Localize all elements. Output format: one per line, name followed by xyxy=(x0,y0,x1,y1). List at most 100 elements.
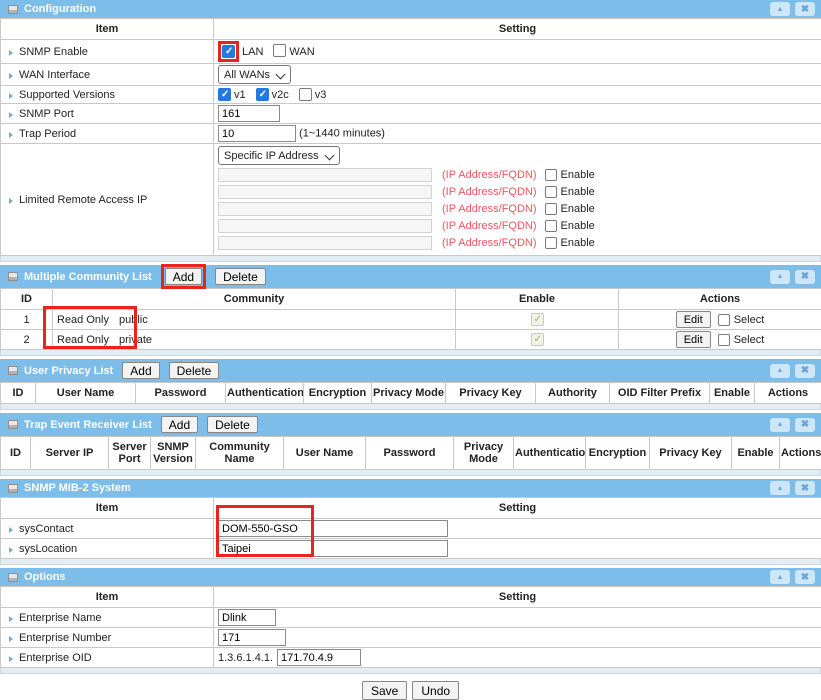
window-icon xyxy=(8,484,18,493)
column-header: Authority xyxy=(536,383,610,404)
v3-checkbox[interactable] xyxy=(299,88,312,101)
section-footer-strip xyxy=(0,404,821,410)
privacy-add-button[interactable]: Add xyxy=(122,362,159,379)
table-row: Enterprise OID 1.3.6.1.4.1. xyxy=(1,648,821,668)
column-header-setting: Setting xyxy=(214,498,821,519)
syslocation-label: sysLocation xyxy=(19,543,77,555)
table-row: sysContact xyxy=(1,519,821,539)
trap-period-input[interactable] xyxy=(218,125,296,142)
enterprise-name-input[interactable] xyxy=(218,609,276,626)
collapse-button[interactable]: ▲ xyxy=(770,418,790,432)
section-title: Configuration xyxy=(24,3,96,15)
column-header: Password xyxy=(136,383,226,404)
collapse-button[interactable]: ▲ xyxy=(770,570,790,584)
enterprise-number-input[interactable] xyxy=(218,629,286,646)
community-edit-button[interactable]: Edit xyxy=(676,331,711,348)
v2c-label: v2c xyxy=(272,89,289,101)
wan-interface-select[interactable]: All WANs xyxy=(218,65,291,84)
remote-ip-enable-checkbox[interactable] xyxy=(545,169,557,181)
window-icon xyxy=(8,366,18,375)
enterprise-number-label: Enterprise Number xyxy=(19,632,111,644)
remote-access-mode-select[interactable]: Specific IP Address xyxy=(218,146,340,165)
column-header: Privacy Key xyxy=(650,437,732,470)
community-delete-button[interactable]: Delete xyxy=(215,268,266,285)
column-header: Encryption xyxy=(304,383,372,404)
section-options: Options ▲ ✖ Item Setting Enterprise Name… xyxy=(0,568,821,674)
column-header: Actions xyxy=(780,437,821,470)
table-row: Enterprise Name xyxy=(1,608,821,628)
bullet-arrow-icon xyxy=(9,616,13,622)
privacy-delete-button[interactable]: Delete xyxy=(169,362,220,379)
remote-ip-input[interactable] xyxy=(218,219,432,233)
community-add-button[interactable]: Add xyxy=(165,268,202,285)
close-button[interactable]: ✖ xyxy=(795,270,815,284)
bullet-arrow-icon xyxy=(9,112,13,118)
collapse-button[interactable]: ▲ xyxy=(770,481,790,495)
table-row: 2 Read Onlyprivate EditSelect xyxy=(1,330,821,350)
wan-label: WAN xyxy=(289,46,314,58)
bullet-arrow-icon xyxy=(9,547,13,553)
community-edit-button[interactable]: Edit xyxy=(676,311,711,328)
snmp-port-input[interactable] xyxy=(218,105,280,122)
close-button[interactable]: ✖ xyxy=(795,481,815,495)
save-button[interactable]: Save xyxy=(362,681,407,700)
syscontact-input[interactable] xyxy=(218,520,448,537)
wan-checkbox[interactable] xyxy=(273,44,286,57)
trap-delete-button[interactable]: Delete xyxy=(207,416,258,433)
close-button[interactable]: ✖ xyxy=(795,570,815,584)
collapse-button[interactable]: ▲ xyxy=(770,364,790,378)
community-select-checkbox[interactable] xyxy=(718,314,730,326)
collapse-button[interactable]: ▲ xyxy=(770,270,790,284)
section-header-user-privacy: User Privacy List Add Delete ▲ ✖ xyxy=(0,359,821,382)
enable-label: Enable xyxy=(561,169,595,181)
remote-ip-input[interactable] xyxy=(218,202,432,216)
remote-ip-row: (IP Address/FQDN)Enable xyxy=(218,184,817,199)
section-title: Options xyxy=(24,571,66,583)
close-button[interactable]: ✖ xyxy=(795,418,815,432)
collapse-button[interactable]: ▲ xyxy=(770,2,790,16)
column-header: Password xyxy=(366,437,454,470)
trap-period-hint: (1~1440 minutes) xyxy=(299,128,385,140)
section-footer-strip xyxy=(0,350,821,356)
syslocation-input[interactable] xyxy=(218,540,448,557)
column-header: Enable xyxy=(732,437,780,470)
remote-ip-input[interactable] xyxy=(218,168,432,182)
remote-ip-row: (IP Address/FQDN)Enable xyxy=(218,167,817,182)
trap-period-label: Trap Period xyxy=(19,128,76,140)
remote-ip-row: (IP Address/FQDN)Enable xyxy=(218,201,817,216)
remote-ip-enable-checkbox[interactable] xyxy=(545,203,557,215)
community-row-id: 1 xyxy=(1,310,53,330)
close-button[interactable]: ✖ xyxy=(795,364,815,378)
bullet-arrow-icon xyxy=(9,656,13,662)
remote-ip-input[interactable] xyxy=(218,185,432,199)
remote-ip-enable-checkbox[interactable] xyxy=(545,186,557,198)
column-header-item: Item xyxy=(1,19,214,40)
column-header-setting: Setting xyxy=(214,19,821,40)
column-header: Authentication xyxy=(514,437,586,470)
enterprise-oid-input[interactable] xyxy=(277,649,361,666)
remote-ip-row: (IP Address/FQDN)Enable xyxy=(218,235,817,250)
remote-ip-enable-checkbox[interactable] xyxy=(545,220,557,232)
community-enable-checkbox xyxy=(531,313,544,326)
ip-fqdn-hint: (IP Address/FQDN) xyxy=(442,186,537,198)
remote-ip-input[interactable] xyxy=(218,236,432,250)
v2c-checkbox[interactable] xyxy=(256,88,269,101)
v1-checkbox[interactable] xyxy=(218,88,231,101)
community-select-checkbox[interactable] xyxy=(718,334,730,346)
enterprise-oid-label: Enterprise OID xyxy=(19,652,92,664)
lan-checkbox[interactable] xyxy=(222,45,235,58)
column-header: User Name xyxy=(284,437,366,470)
column-header: Actions xyxy=(619,289,821,310)
highlight-box-lan xyxy=(218,41,239,62)
window-icon xyxy=(8,420,18,429)
trap-add-button[interactable]: Add xyxy=(161,416,198,433)
snmp-enable-label: SNMP Enable xyxy=(19,46,88,58)
undo-button[interactable]: Undo xyxy=(412,681,459,700)
select-label: Select xyxy=(734,314,765,326)
remote-ip-enable-checkbox[interactable] xyxy=(545,237,557,249)
community-table: ID Community Enable Actions 1 Read Onlyp… xyxy=(0,288,821,350)
section-header-community: Multiple Community List Add Delete ▲ ✖ xyxy=(0,265,821,288)
close-button[interactable]: ✖ xyxy=(795,2,815,16)
community-mode: Read Only xyxy=(57,334,119,346)
table-row: Enterprise Number xyxy=(1,628,821,648)
